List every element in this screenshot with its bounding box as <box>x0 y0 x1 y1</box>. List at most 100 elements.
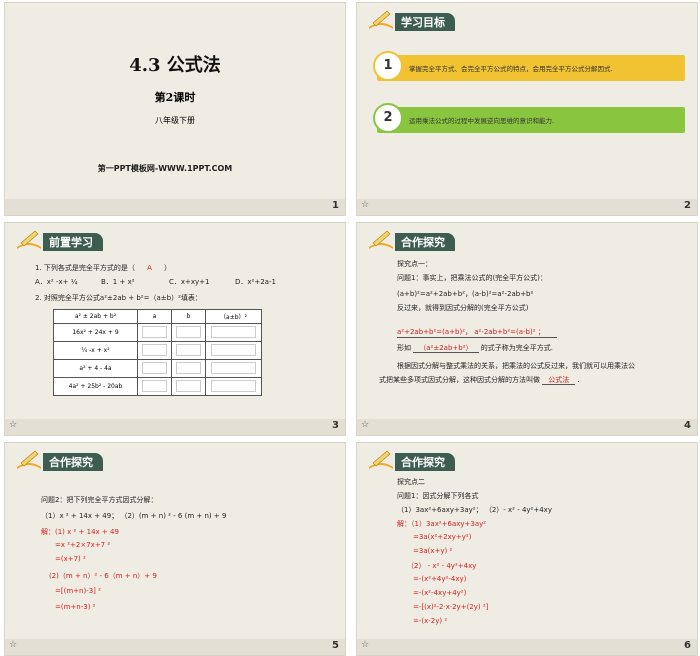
text-line: 反过来，就得到因式分解的(完全平方公式) <box>397 304 529 312</box>
slide-header: 前置学习 <box>15 229 135 251</box>
slide-canvas: 4.3 公式法 第2课时 八年级下册 第一PPT模板网-WWW.1PPT.COM <box>5 3 345 199</box>
table-cell: 16x² + 24x + 9 <box>53 323 138 342</box>
slide-canvas: 合作探究 问题2：把下列完全平方式因式分解： （1）x ² + 14x + 49… <box>5 443 345 639</box>
table-cell: 4a² + 25b² - 20ab <box>53 377 138 396</box>
pen-book-icon <box>369 450 393 469</box>
slide-subtitle: 第2课时 <box>154 91 196 104</box>
blank-cell <box>137 341 172 360</box>
text-line: 根据因式分解与整式乘法的关系，把乘法的公式反过来，我们就可以用乘法公 <box>397 362 635 370</box>
slide-thumbnail-2[interactable]: 学习目标 1 掌握完全平方式、会完全平方公式的特点，会用完全平方公式分解因式. … <box>356 2 698 216</box>
blank-cell <box>171 377 206 396</box>
option-c: C．x+xy+1 <box>169 278 210 286</box>
table-header: b <box>171 309 206 324</box>
text-line: =[(m+n)-3] ² <box>55 587 101 595</box>
text-line: 问题2：把下列完全平方式因式分解： <box>41 496 158 504</box>
slide-thumbnail-6[interactable]: 合作探究 探究点二 问题1：因式分解下列各式 （1）3ax²+6axy+3ay²… <box>356 442 698 656</box>
text-line: （2） - x² - 4y²+4xy <box>407 562 477 570</box>
text-line: 解：（1）3ax²+6axy+3ay² <box>397 520 487 528</box>
table-header: （a±b）² <box>205 309 262 324</box>
blank-cell <box>171 323 206 342</box>
text-line: =-(x-2y) ² <box>413 617 448 625</box>
answer-text: A <box>147 264 152 272</box>
text-line: =x ²+2×7x+7 ² <box>55 541 111 549</box>
fill-table: a² ± 2ab + b² a b （a±b）² 16x² + 24x + 9 … <box>53 309 262 396</box>
text-line-formula: a²+2ab+b²=(a+b)²， a²-2ab+b²=(a-b)² ； <box>397 327 557 338</box>
table-header: a² ± 2ab + b² <box>53 309 138 324</box>
slide-thumbnail-1[interactable]: 4.3 公式法 第2课时 八年级下册 第一PPT模板网-WWW.1PPT.COM… <box>4 2 346 216</box>
slide-footer: ☆ 4 <box>357 419 697 435</box>
text-line: 问题1：事实上，把乘法公式的(完全平方公式)： <box>397 274 547 282</box>
slide-header-label: 合作探究 <box>395 233 455 251</box>
slide-footer: 1 <box>5 199 345 215</box>
slide-header: 学习目标 <box>367 9 487 31</box>
table-header: a <box>137 309 172 324</box>
slide-header-label: 前置学习 <box>43 233 103 251</box>
star-icon[interactable]: ☆ <box>9 640 17 650</box>
goal-text: 掌握完全平方式、会完全平方公式的特点，会用完全平方公式分解因式. <box>409 65 613 73</box>
pen-book-icon <box>369 10 393 29</box>
question-2: 2. 对照完全平方公式a²±2ab + b²=（a±b）²填表： <box>35 294 202 302</box>
blank-cell <box>137 377 172 396</box>
text-line-form: 形如 （a²±2ab+b²） 的式子称为完全平方式. <box>397 343 553 353</box>
slide-title: 4.3 公式法 <box>129 55 221 76</box>
slide-thumbnail-4[interactable]: 合作探究 探究点一： 问题1：事实上，把乘法公式的(完全平方公式)： (a+b)… <box>356 222 698 436</box>
text-line: =3a(x²+2xy+y²) <box>413 533 472 541</box>
star-icon[interactable]: ☆ <box>361 420 369 430</box>
blank-cell <box>205 359 262 378</box>
text-line: =(x+7) ² <box>55 555 86 563</box>
text-line: =(m+n-3) ² <box>55 603 96 611</box>
question-end: ） <box>164 264 172 272</box>
slide-thumbnail-5[interactable]: 合作探究 问题2：把下列完全平方式因式分解： （1）x ² + 14x + 49… <box>4 442 346 656</box>
blank-cell <box>171 359 206 378</box>
goal-text: 运用乘法公式的过程中发展逆向思维的意识和能力. <box>409 117 555 125</box>
blank-cell <box>205 377 262 396</box>
blank-cell <box>137 323 172 342</box>
star-icon[interactable]: ☆ <box>361 640 369 650</box>
slide-canvas: 学习目标 1 掌握完全平方式、会完全平方公式的特点，会用完全平方公式分解因式. … <box>357 3 697 199</box>
slide-number: 3 <box>332 420 339 431</box>
slide-header-label: 合作探究 <box>395 453 455 471</box>
text-line: 解：(1) x ² + 14x + 49 <box>41 528 119 536</box>
text-line: 问题1：因式分解下列各式 <box>397 492 479 500</box>
blank-cell <box>137 359 172 378</box>
text-line: （1）3ax²+6axy+3ay²； （2）- x² - 4y²+4xy <box>397 506 552 514</box>
table-cell: a² + 4 - 4a <box>53 359 138 378</box>
option-b: B．1 + x² <box>101 278 135 286</box>
star-icon[interactable]: ☆ <box>361 200 369 210</box>
slide-footer: ☆ 2 <box>357 199 697 215</box>
pen-book-icon <box>17 450 41 469</box>
question-1: 1. 下列各式是完全平方式的是（ A ） <box>35 263 171 273</box>
table-cell: ¼ -x + x² <box>53 341 138 360</box>
goal-number: 2 <box>373 103 403 133</box>
method-blank: 公式法 <box>542 376 576 385</box>
text-line-method: 式把某些多项式因式分解，这种因式分解的方法叫做 公式法 . <box>379 375 580 385</box>
form-blank: （a²±2ab+b²） <box>413 344 479 353</box>
slide-header-label: 学习目标 <box>395 13 455 31</box>
goal-item: 1 掌握完全平方式、会完全平方公式的特点，会用完全平方公式分解因式. <box>373 51 685 81</box>
slide-canvas: 合作探究 探究点一： 问题1：事实上，把乘法公式的(完全平方公式)： (a+b)… <box>357 223 697 419</box>
form-suffix: 的式子称为完全平方式. <box>480 344 553 352</box>
option-d: D．x²+2a-1 <box>235 278 276 286</box>
slide-header: 合作探究 <box>367 229 487 251</box>
form-prefix: 形如 <box>397 344 411 352</box>
slide-header: 合作探究 <box>15 449 135 471</box>
slide-canvas: 合作探究 探究点二 问题1：因式分解下列各式 （1）3ax²+6axy+3ay²… <box>357 443 697 639</box>
slide-footer: ☆ 6 <box>357 639 697 655</box>
text-line: =3a(x+y) ² <box>413 547 453 555</box>
slide-thumbnail-3[interactable]: 前置学习 1. 下列各式是完全平方式的是（ A ） A．x² -x+ ¼ B．1… <box>4 222 346 436</box>
text-line: 探究点一： <box>397 260 432 268</box>
pen-book-icon <box>369 230 393 249</box>
option-a: A．x² -x+ ¼ <box>35 278 78 286</box>
slide-number: 6 <box>684 640 691 651</box>
slide-number: 4 <box>684 420 691 431</box>
slide-number: 5 <box>332 640 339 651</box>
star-icon[interactable]: ☆ <box>9 420 17 430</box>
method-period: . <box>577 376 580 384</box>
slide-footer: ☆ 5 <box>5 639 345 655</box>
site-label: 第一PPT模板网-WWW.1PPT.COM <box>97 164 233 173</box>
text-line: =-(x²-4xy+4y²) <box>413 589 467 597</box>
goal-item: 2 运用乘法公式的过程中发展逆向思维的意识和能力. <box>373 103 685 133</box>
slide-header-label: 合作探究 <box>43 453 103 471</box>
slide-footer: ☆ 3 <box>5 419 345 435</box>
text-line: =-[(x)²-2·x·2y+(2y) ²] <box>413 603 489 611</box>
